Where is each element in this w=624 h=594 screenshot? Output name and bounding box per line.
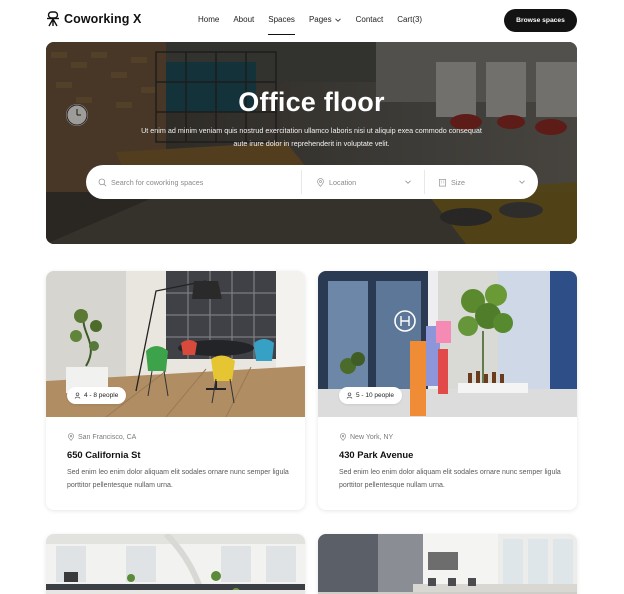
- building-icon: [438, 178, 447, 186]
- chevron-down-icon: [405, 180, 411, 184]
- listing-details: New York, NY 430 Park Avenue Sed enim le…: [339, 433, 564, 492]
- listing-title[interactable]: 430 Park Avenue: [339, 449, 564, 460]
- brand-logo[interactable]: Coworking X: [46, 11, 142, 27]
- hero-banner: Office floor Ut enim ad minim veniam qui…: [46, 42, 577, 244]
- hero-subtitle: Ut enim ad minim veniam quis nostrud exe…: [141, 126, 482, 148]
- listing-card[interactable]: [46, 534, 305, 594]
- map-pin-icon: [68, 433, 74, 441]
- nav-cart-link[interactable]: Cart(3): [397, 15, 422, 24]
- size-select[interactable]: Size: [424, 170, 538, 194]
- location-placeholder: Location: [329, 177, 357, 187]
- capacity-badge: 5 - 10 people: [339, 387, 402, 404]
- bright-office-photo: [46, 534, 305, 594]
- listing-card[interactable]: 4 - 8 people San Francisco, CA 650 Calif…: [46, 271, 305, 510]
- nav-about-link[interactable]: About: [233, 15, 254, 24]
- size-placeholder: Size: [451, 177, 465, 187]
- map-pin-icon: [317, 177, 324, 187]
- search-placeholder: Search for coworking spaces: [111, 177, 204, 187]
- tripod-chair-icon: [47, 11, 59, 27]
- listing-description: Sed enim leo enim dolor aliquam elit sod…: [67, 469, 289, 489]
- listing-photo: 4 - 8 people: [46, 271, 305, 417]
- main-menu: Home About Spaces Pages Contact Cart(3): [198, 15, 436, 35]
- capacity-badge: 4 - 8 people: [67, 387, 127, 404]
- space-search-bar: Search for coworking spaces Location Siz…: [86, 165, 538, 199]
- capacity-text: 5 - 10 people: [356, 392, 394, 399]
- person-icon: [74, 392, 81, 399]
- search-icon: [98, 178, 107, 186]
- listing-photo: 5 - 10 people: [318, 271, 577, 417]
- listing-location-text: San Francisco, CA: [78, 433, 137, 441]
- listing-location: San Francisco, CA: [67, 433, 292, 441]
- map-pin-icon: [340, 433, 346, 441]
- nav-pages-label: Pages: [308, 15, 332, 24]
- listing-description: Sed enim leo enim dolor aliquam elit sod…: [339, 469, 561, 489]
- listing-card[interactable]: [318, 534, 577, 594]
- person-icon: [346, 392, 353, 399]
- capacity-text: 4 - 8 people: [84, 392, 119, 399]
- brand-name: Coworking X: [64, 12, 142, 26]
- chevron-down-icon: [519, 180, 525, 184]
- nav-contact-link[interactable]: Contact: [356, 15, 384, 24]
- listing-title[interactable]: 650 California St: [67, 449, 292, 460]
- listing-details: San Francisco, CA 650 California St Sed …: [67, 433, 292, 492]
- nav-spaces-link[interactable]: Spaces: [268, 15, 295, 35]
- listing-location: New York, NY: [339, 433, 564, 441]
- listing-location-text: New York, NY: [350, 433, 394, 441]
- nav-pages-dropdown[interactable]: Pages: [309, 15, 342, 24]
- top-navigation: Coworking X Home About Spaces Pages Cont…: [0, 0, 624, 42]
- workspace-photo: [318, 534, 577, 594]
- location-select[interactable]: Location: [301, 170, 424, 194]
- listing-card[interactable]: 5 - 10 people New York, NY 430 Park Aven…: [318, 271, 577, 510]
- chevron-down-icon: [334, 18, 341, 22]
- search-input[interactable]: Search for coworking spaces: [86, 165, 301, 199]
- nav-home-link[interactable]: Home: [198, 15, 219, 24]
- hero-title: Office floor: [238, 87, 385, 117]
- browse-spaces-button[interactable]: Browse spaces: [504, 9, 577, 32]
